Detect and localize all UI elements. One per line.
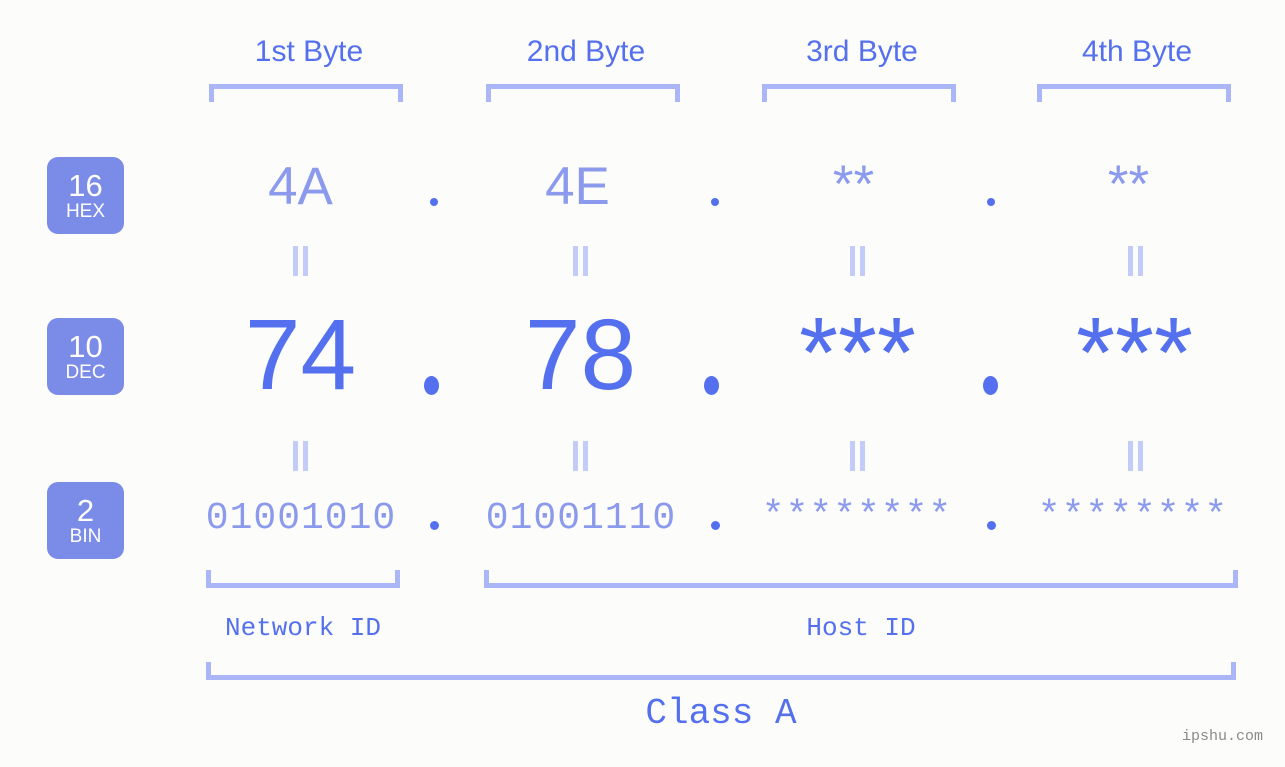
equivalence-mark-dec-bin-2: [572, 441, 590, 471]
hex-dot-separator-1: [430, 198, 438, 206]
byte-header-label-2: 2nd Byte: [526, 35, 646, 68]
bin-byte-value-3: ********: [761, 495, 953, 538]
dec-byte-value-3: ***: [799, 297, 916, 409]
hex-dot-separator-2: [711, 198, 719, 206]
radix-badge-bin: 2 BIN: [47, 482, 124, 559]
equivalence-mark-dec-bin-1: [292, 441, 310, 471]
radix-badge-dec: 10 DEC: [47, 318, 124, 395]
host-id-label: Host ID: [806, 613, 916, 643]
equivalence-mark-hex-dec-1: [292, 246, 310, 276]
equivalence-mark-hex-dec-2: [572, 246, 590, 276]
radix-badge-hex: 16 HEX: [47, 157, 124, 234]
dec-byte-value-2: 78: [524, 299, 637, 411]
bin-byte-value-1: 01001010: [205, 497, 397, 540]
hex-byte-value-4: **: [1107, 155, 1150, 214]
network-id-bracket: [206, 570, 400, 588]
hex-dot-separator-3: [987, 198, 995, 206]
bin-dot-separator-2: [711, 521, 720, 530]
byte-header-label-4: 4th Byte: [1081, 35, 1193, 68]
equivalence-mark-dec-bin-3: [849, 441, 867, 471]
ip-address-breakdown-diagram: 1st Byte 2nd Byte 3rd Byte 4th Byte 16 H…: [0, 0, 1285, 767]
dec-byte-value-1: 74: [244, 299, 357, 411]
hex-byte-value-3: **: [832, 155, 875, 214]
radix-badge-hex-number: 16: [68, 168, 103, 203]
radix-badge-dec-name: DEC: [65, 362, 106, 383]
hex-byte-value-2: 4E: [545, 157, 610, 216]
radix-badge-bin-name: BIN: [69, 526, 102, 547]
bin-byte-value-2: 01001110: [485, 497, 677, 540]
bin-dot-separator-3: [987, 521, 996, 530]
network-id-label: Network ID: [224, 613, 382, 643]
byte-bracket-2: [486, 84, 680, 102]
dec-byte-value-4: ***: [1076, 297, 1193, 409]
host-id-bracket: [484, 570, 1238, 588]
bin-byte-value-4: ********: [1037, 495, 1229, 538]
dec-dot-separator-1: [424, 376, 439, 395]
radix-badge-dec-number: 10: [68, 329, 103, 364]
byte-bracket-3: [762, 84, 956, 102]
byte-bracket-4: [1037, 84, 1231, 102]
radix-badge-bin-number: 2: [76, 493, 95, 528]
bin-dot-separator-1: [430, 521, 439, 530]
byte-bracket-1: [209, 84, 403, 102]
byte-header-label-1: 1st Byte: [254, 35, 364, 68]
equivalence-mark-dec-bin-4: [1127, 441, 1145, 471]
dec-dot-separator-3: [983, 376, 998, 395]
equivalence-mark-hex-dec-4: [1127, 246, 1145, 276]
class-label: Class A: [645, 693, 797, 734]
dec-dot-separator-2: [704, 376, 719, 395]
byte-header-label-3: 3rd Byte: [806, 35, 918, 68]
radix-badge-hex-name: HEX: [65, 201, 106, 222]
class-bracket: [206, 662, 1236, 680]
equivalence-mark-hex-dec-3: [849, 246, 867, 276]
site-watermark: ipshu.com: [1181, 728, 1263, 745]
hex-byte-value-1: 4A: [268, 157, 333, 216]
